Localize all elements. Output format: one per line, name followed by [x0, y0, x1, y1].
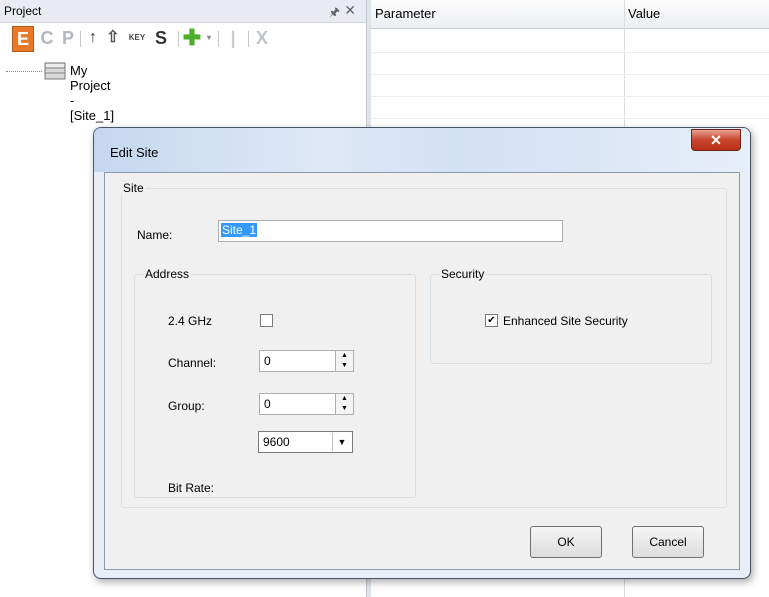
tree-item-label: My Project - [Site_1] [70, 63, 115, 123]
dialog-body: Site Name: Site_1 Address 2.4 GHz Channe… [104, 172, 740, 570]
project-panel-title: Project [4, 4, 42, 18]
s-button[interactable]: S [152, 26, 170, 50]
enhanced-security-checkbox[interactable]: ✔ [485, 314, 498, 327]
add-icon[interactable]: ✚ [182, 26, 202, 50]
toolbar-separator [218, 31, 219, 47]
toolbar-separator [80, 31, 81, 47]
group-label: Group: [168, 399, 205, 413]
column-header-parameter[interactable]: Parameter [375, 6, 436, 21]
bitrate-value: 9600 [263, 435, 290, 449]
grid-row-line [371, 96, 769, 97]
toolbar-separator [178, 31, 179, 47]
cursor-icon[interactable]: | [226, 26, 240, 50]
property-grid-header: Parameter Value [371, 0, 769, 29]
delete-x-button[interactable]: X [252, 26, 272, 50]
bitrate-label: Bit Rate: [168, 481, 215, 495]
group-value: 0 [264, 397, 271, 411]
edit-site-dialog: Edit Site ✕ Site Name: Site_1 Address 2.… [93, 127, 751, 579]
c-button[interactable]: C [38, 26, 56, 50]
grid-row-line [371, 74, 769, 75]
chevron-down-icon[interactable]: ▾ [204, 26, 214, 50]
channel-value: 0 [264, 354, 271, 368]
bitrate-select[interactable]: 9600 ▼ [258, 431, 353, 453]
channel-label: Channel: [168, 356, 217, 370]
group-stepper[interactable]: 0 ▲ ▼ [259, 393, 354, 415]
name-label: Name: [137, 228, 173, 242]
project-toolbar: E C P ↑ ⇧ KEY S ✚ ▾ | X [0, 23, 366, 53]
grid-row-line [371, 118, 769, 119]
tree-connector [6, 71, 42, 72]
dialog-title: Edit Site [110, 145, 159, 160]
pin-icon[interactable]: 🖈 [329, 3, 340, 24]
key-button[interactable]: KEY [124, 26, 150, 50]
arrow-up-icon[interactable]: ↑ [84, 26, 102, 50]
dialog-titlebar[interactable]: Edit Site ✕ [94, 128, 750, 172]
chevron-down-icon[interactable]: ▼ [332, 433, 351, 451]
address-group-label: Address [143, 267, 192, 281]
shift-up-icon[interactable]: ⇧ [104, 26, 122, 50]
spin-down-icon[interactable]: ▼ [335, 361, 353, 371]
name-input[interactable]: Site_1 [218, 220, 563, 242]
enhanced-security-label[interactable]: Enhanced Site Security [503, 314, 628, 328]
toolbar-separator [248, 31, 249, 47]
ghz-label: 2.4 GHz [168, 314, 213, 328]
site-group-label: Site [121, 181, 146, 195]
close-button[interactable]: ✕ [691, 129, 741, 151]
grid-row-line [371, 52, 769, 53]
cancel-button[interactable]: Cancel [632, 526, 704, 558]
edit-e-button[interactable]: E [12, 26, 34, 52]
column-header-value[interactable]: Value [628, 6, 660, 21]
security-group-label: Security [439, 267, 487, 281]
channel-stepper[interactable]: 0 ▲ ▼ [259, 350, 354, 372]
p-button[interactable]: P [59, 26, 77, 50]
close-icon[interactable]: ✕ [344, 2, 356, 19]
spin-down-icon[interactable]: ▼ [335, 404, 353, 414]
ok-button[interactable]: OK [530, 526, 602, 558]
project-panel-header: Project 🖈 ✕ [0, 0, 366, 23]
database-icon [44, 62, 66, 80]
ghz-checkbox[interactable] [260, 314, 273, 327]
name-value: Site_1 [221, 223, 258, 237]
address-groupbox: Address [134, 267, 416, 498]
